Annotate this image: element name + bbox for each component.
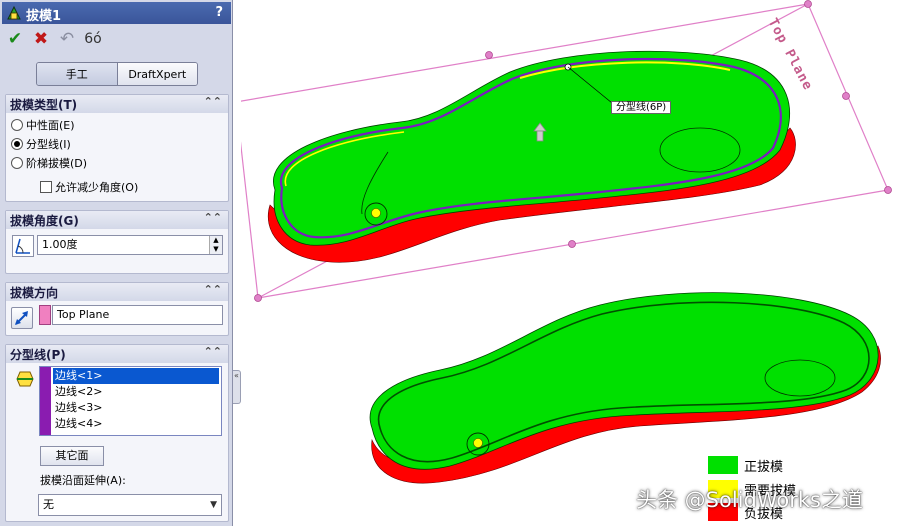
- collapse-chevron-icon[interactable]: ⌃⌃: [204, 95, 222, 108]
- ok-check-icon[interactable]: ✔: [4, 28, 26, 50]
- direction-selection-box[interactable]: Top Plane: [52, 305, 223, 325]
- legend-positive: 正拔模: [708, 456, 784, 475]
- panel-collapse-handle[interactable]: «: [233, 370, 241, 404]
- list-item[interactable]: 边线<3>: [53, 400, 219, 416]
- angle-icon: [12, 235, 34, 257]
- draft-direction-title: 拔模方向: [10, 286, 59, 300]
- chevron-down-icon: ▼: [210, 500, 217, 510]
- draft-angle-value: 1.00度: [42, 238, 78, 251]
- mode-tabs: 手工 DraftXpert: [36, 62, 198, 86]
- option-neutral-plane[interactable]: 中性面(E): [11, 117, 75, 133]
- extend-along-face-label: 拔模沿面延伸(A):: [40, 474, 126, 487]
- collapse-arrow-icon: «: [234, 371, 239, 380]
- option-label: 分型线(I): [26, 138, 71, 151]
- tab-manual[interactable]: 手工: [37, 63, 118, 85]
- draft-type-group: 拔模类型(T) ⌃⌃ 中性面(E) 分型线(I) 阶梯拔模(D) 允许减少角度(…: [5, 94, 229, 202]
- parting-edge-list[interactable]: 边线<1> 边线<2> 边线<3> 边线<4>: [39, 366, 222, 436]
- property-manager-panel: 拔模1 ? ✔ ✖ ↶ 6ó 手工 DraftXpert 拔模类型(T) ⌃⌃ …: [0, 0, 233, 526]
- parting-line-header[interactable]: 分型线(P) ⌃⌃: [6, 345, 228, 363]
- allow-reduce-angle-label: 允许减少角度(O): [55, 181, 139, 194]
- other-face-button[interactable]: 其它面: [40, 446, 104, 466]
- watermark: 头条 @SolidWorks之道: [636, 488, 863, 512]
- draft-angle-input[interactable]: 1.00度 ▲ ▼: [37, 235, 223, 255]
- draft-direction-group: 拔模方向 ⌃⌃ Top Plane: [5, 282, 229, 336]
- graphics-viewport[interactable]: Top Plane 分型线(6P): [241, 0, 902, 526]
- parting-line-title: 分型线(P): [10, 348, 66, 362]
- help-button[interactable]: ?: [215, 5, 223, 20]
- upper-insole-top: [273, 50, 791, 246]
- edge-list-color-bar: [40, 367, 51, 435]
- list-item[interactable]: 边线<2>: [53, 384, 219, 400]
- radio-parting-line[interactable]: [11, 138, 23, 150]
- collapse-chevron-icon[interactable]: ⌃⌃: [204, 345, 222, 358]
- list-item[interactable]: 边线<1>: [53, 368, 219, 384]
- radio-step-draft[interactable]: [11, 157, 23, 169]
- detailed-preview-icon[interactable]: 6ó: [82, 28, 104, 50]
- lower-insole-top: [369, 292, 879, 470]
- reverse-direction-button[interactable]: [11, 307, 33, 329]
- extend-select-value: 无: [43, 498, 54, 511]
- parting-line-callout: 分型线(6P): [611, 101, 672, 114]
- allow-reduce-angle-checkbox[interactable]: [40, 181, 52, 193]
- list-item[interactable]: 边线<4>: [53, 416, 219, 432]
- selection-color-swatch: [39, 305, 51, 325]
- option-parting-line[interactable]: 分型线(I): [11, 136, 71, 152]
- legend-label: 正拔模: [744, 459, 784, 475]
- option-step-draft[interactable]: 阶梯拔模(D): [11, 155, 87, 171]
- angle-spinner[interactable]: ▲ ▼: [209, 236, 222, 254]
- collapse-chevron-icon[interactable]: ⌃⌃: [204, 283, 222, 296]
- tab-draftxpert[interactable]: DraftXpert: [117, 63, 197, 85]
- draft-type-title: 拔模类型(T): [10, 98, 78, 112]
- undo-icon[interactable]: ↶: [56, 28, 78, 50]
- reverse-direction-icon: [15, 311, 28, 325]
- cancel-x-icon[interactable]: ✖: [30, 28, 52, 50]
- parting-line-icon: [16, 371, 34, 387]
- panel-title: 拔模1: [26, 9, 62, 24]
- allow-reduce-angle-row[interactable]: 允许减少角度(O): [40, 179, 138, 195]
- draft-feature-icon: [7, 5, 21, 20]
- radio-neutral-plane[interactable]: [11, 119, 23, 131]
- draft-angle-header[interactable]: 拔模角度(G) ⌃⌃: [6, 211, 228, 229]
- legend-swatch-green: [708, 456, 738, 474]
- draft-angle-title: 拔模角度(G): [10, 214, 79, 228]
- collapse-chevron-icon[interactable]: ⌃⌃: [204, 211, 222, 224]
- extend-along-face-select[interactable]: 无 ▼: [38, 494, 222, 516]
- draft-direction-header[interactable]: 拔模方向 ⌃⌃: [6, 283, 228, 301]
- draft-angle-group: 拔模角度(G) ⌃⌃ 1.00度 ▲ ▼: [5, 210, 229, 274]
- panel-titlebar: 拔模1 ?: [2, 2, 231, 24]
- option-label: 阶梯拔模(D): [26, 157, 88, 170]
- option-label: 中性面(E): [26, 119, 75, 132]
- draft-type-header[interactable]: 拔模类型(T) ⌃⌃: [6, 95, 228, 113]
